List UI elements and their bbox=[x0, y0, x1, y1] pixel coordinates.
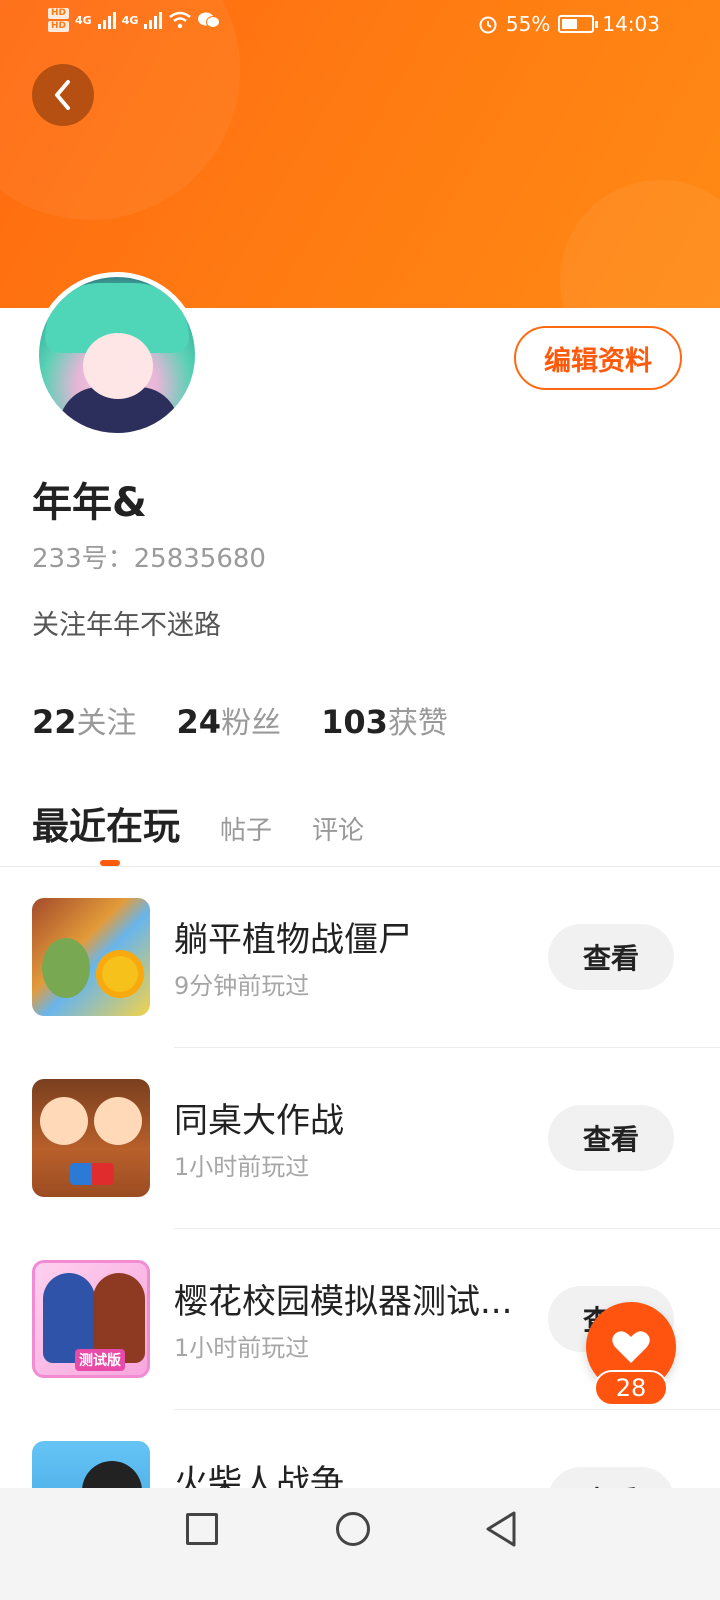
profile-stats: 22关注 24粉丝 103获赞 bbox=[32, 698, 448, 742]
stat-likes-count: 103 bbox=[321, 703, 388, 741]
signal-icon bbox=[97, 11, 116, 29]
network-type-1: 4G bbox=[75, 13, 92, 27]
list-item[interactable]: 同桌大作战 1小时前玩过 查看 bbox=[0, 1079, 720, 1260]
game-last-played: 9分钟前玩过 bbox=[174, 972, 310, 1000]
wifi-icon bbox=[169, 11, 192, 29]
game-icon[interactable] bbox=[32, 1079, 150, 1197]
game-icon-tag: 测试版 bbox=[75, 1349, 125, 1371]
view-button[interactable]: 查看 bbox=[548, 924, 674, 990]
hd-indicator: HD HD bbox=[48, 8, 70, 32]
back-button[interactable] bbox=[32, 64, 94, 126]
chevron-left-icon bbox=[55, 80, 70, 110]
network-type-2: 4G bbox=[121, 13, 139, 27]
system-nav-bar bbox=[0, 1488, 720, 1600]
status-bar: HD HD 4G 4G 55% 14:03 bbox=[0, 0, 720, 50]
stat-likes-label: 获赞 bbox=[387, 706, 448, 741]
game-icon[interactable]: 测试版 bbox=[32, 1260, 150, 1378]
game-title: 躺平植物战僵尸 bbox=[174, 920, 412, 960]
circle-icon[interactable] bbox=[336, 1512, 370, 1546]
stat-fans-label: 粉丝 bbox=[221, 706, 282, 741]
square-icon[interactable] bbox=[186, 1513, 218, 1545]
tab-recent-played[interactable]: 最近在玩 bbox=[32, 796, 180, 850]
game-last-played: 1小时前玩过 bbox=[174, 1334, 310, 1362]
profile-bio: 关注年年不迷路 bbox=[32, 610, 221, 641]
profile-name: 年年& bbox=[32, 480, 147, 526]
like-count-badge: 28 bbox=[594, 1370, 668, 1406]
battery-icon bbox=[558, 15, 599, 33]
stat-likes[interactable]: 103获赞 bbox=[321, 698, 448, 742]
avatar[interactable] bbox=[34, 272, 200, 438]
stat-fans-count: 24 bbox=[176, 703, 222, 741]
view-button[interactable]: 查看 bbox=[548, 1105, 674, 1171]
tab-posts[interactable]: 帖子 bbox=[220, 810, 272, 847]
stat-following-label: 关注 bbox=[76, 706, 137, 741]
wechat-icon bbox=[198, 12, 221, 28]
profile-uid: 233号：25835680 bbox=[32, 544, 266, 574]
game-title: 同桌大作战 bbox=[174, 1101, 344, 1141]
battery-percent: 55% bbox=[505, 12, 551, 36]
tabs-divider bbox=[0, 866, 720, 867]
game-icon[interactable] bbox=[32, 898, 150, 1016]
triangle-back-icon[interactable] bbox=[484, 1510, 518, 1548]
tab-comments[interactable]: 评论 bbox=[312, 810, 364, 847]
heart-icon bbox=[612, 1331, 650, 1363]
game-last-played: 1小时前玩过 bbox=[174, 1153, 310, 1181]
profile-tabs: 最近在玩 帖子 评论 bbox=[32, 796, 364, 850]
edit-profile-button[interactable]: 编辑资料 bbox=[514, 326, 682, 390]
stat-following[interactable]: 22关注 bbox=[32, 698, 137, 742]
game-title: 樱花校园模拟器测试... bbox=[174, 1282, 513, 1322]
stat-fans[interactable]: 24粉丝 bbox=[177, 698, 282, 742]
stat-following-count: 22 bbox=[32, 703, 77, 741]
row-divider bbox=[174, 1228, 720, 1229]
signal-icon-2 bbox=[144, 11, 163, 29]
alarm-icon bbox=[479, 16, 497, 34]
row-divider bbox=[174, 1047, 720, 1048]
row-divider bbox=[174, 1409, 720, 1410]
clock-time: 14:03 bbox=[602, 12, 660, 36]
list-item[interactable]: 躺平植物战僵尸 9分钟前玩过 查看 bbox=[0, 898, 720, 1079]
